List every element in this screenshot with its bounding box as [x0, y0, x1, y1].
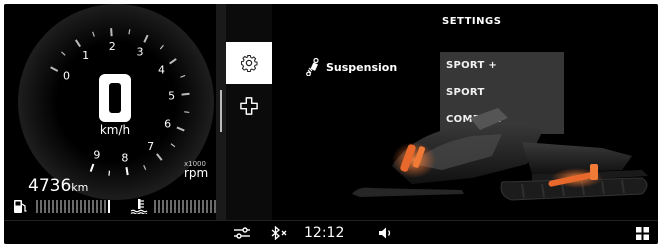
odometer-unit: km: [71, 181, 89, 194]
level-segment: [48, 200, 50, 213]
status-bar: 12:12: [4, 220, 658, 244]
tab-accessories[interactable]: [226, 88, 272, 124]
rpm-tick: [110, 28, 113, 37]
level-segment: [56, 200, 58, 213]
quick-settings-button[interactable]: [234, 221, 250, 244]
level-segment: [154, 200, 156, 213]
sliders-icon: [234, 227, 250, 239]
snowmobile-illustration: [352, 108, 648, 201]
rpm-tick-label: 2: [109, 40, 116, 53]
speaker-icon: [379, 227, 391, 239]
gear-icon: [240, 54, 258, 72]
rpm-tick-label: 1: [82, 49, 89, 62]
level-segment: [170, 200, 172, 213]
level-segment: [76, 200, 78, 213]
suspension-setting[interactable]: Suspension: [306, 58, 397, 76]
level-segment: [178, 200, 180, 213]
clock-time: 12:12: [304, 225, 345, 241]
bluetooth-off-icon: [271, 226, 287, 240]
bluetooth-status[interactable]: [270, 221, 290, 244]
app-grid-button[interactable]: [636, 221, 649, 244]
rpm-tick: [125, 167, 129, 176]
settings-title: SETTINGS: [442, 16, 502, 27]
scroll-indicator[interactable]: [220, 90, 222, 132]
rpm-tick: [181, 92, 190, 96]
settings-panel: SETTINGS Suspension SPORT + SPORT COMFOR…: [272, 4, 658, 220]
gauge-panel: 0123456789 0 km/h x1000 rpm 4736km: [4, 4, 228, 220]
level-segment: [186, 200, 188, 213]
speed-digit: [99, 74, 131, 122]
level-segment: [162, 200, 164, 213]
odometer: 4736km: [28, 176, 88, 196]
suspension-label: Suspension: [326, 60, 398, 74]
rpm-tick-label: 8: [121, 151, 128, 164]
rpm-label: rpm: [184, 166, 209, 180]
rpm-tick-label: 5: [168, 90, 175, 103]
level-segment: [60, 200, 62, 213]
fuel-level-bar: [36, 200, 110, 213]
level-segment: [158, 200, 160, 213]
level-segment: [88, 200, 90, 213]
level-segment: [44, 200, 46, 213]
level-segment: [36, 200, 38, 213]
level-segment: [194, 200, 196, 213]
level-segment: [84, 200, 86, 213]
level-segment: [182, 200, 184, 213]
rpm-tick-label: 7: [147, 140, 154, 153]
level-segment: [206, 200, 208, 213]
speed-unit: km/h: [99, 123, 131, 137]
level-segment: [174, 200, 176, 213]
rpm-tick-label: 9: [93, 149, 100, 162]
level-segment: [198, 200, 200, 213]
level-segment: [202, 200, 204, 213]
odometer-value: 4736: [28, 176, 72, 196]
level-segment: [166, 200, 168, 213]
level-end-marker: [108, 200, 110, 213]
shock-absorber-icon: [306, 58, 319, 76]
coolant-temperature-icon: [130, 199, 148, 214]
mode-option-sport-plus[interactable]: SPORT +: [440, 52, 564, 79]
app-grid-icon: [636, 226, 649, 240]
volume-button[interactable]: [378, 221, 394, 244]
mode-option-sport[interactable]: SPORT: [440, 79, 564, 106]
rpm-tick: [184, 111, 190, 114]
rpm-tick-label: 3: [136, 45, 143, 58]
display-screen: 0123456789 0 km/h x1000 rpm 4736km: [4, 4, 658, 244]
level-segment: [104, 200, 106, 213]
level-segment: [72, 200, 74, 213]
level-segment: [210, 200, 212, 213]
level-segment: [40, 200, 42, 213]
plus-cross-icon: [240, 97, 258, 115]
side-tab-bar: [226, 4, 272, 220]
level-segment: [52, 200, 54, 213]
rpm-tick-label: 4: [158, 63, 165, 76]
level-segment: [92, 200, 94, 213]
level-segment: [68, 200, 70, 213]
level-segment: [64, 200, 66, 213]
level-segment: [100, 200, 102, 213]
level-segment: [96, 200, 98, 213]
level-segment: [80, 200, 82, 213]
tab-settings[interactable]: [226, 42, 272, 84]
rpm-tick-label: 6: [164, 118, 171, 131]
rpm-tick-label: 0: [63, 70, 70, 83]
fuel-pump-icon: [14, 200, 27, 213]
level-segment: [190, 200, 192, 213]
